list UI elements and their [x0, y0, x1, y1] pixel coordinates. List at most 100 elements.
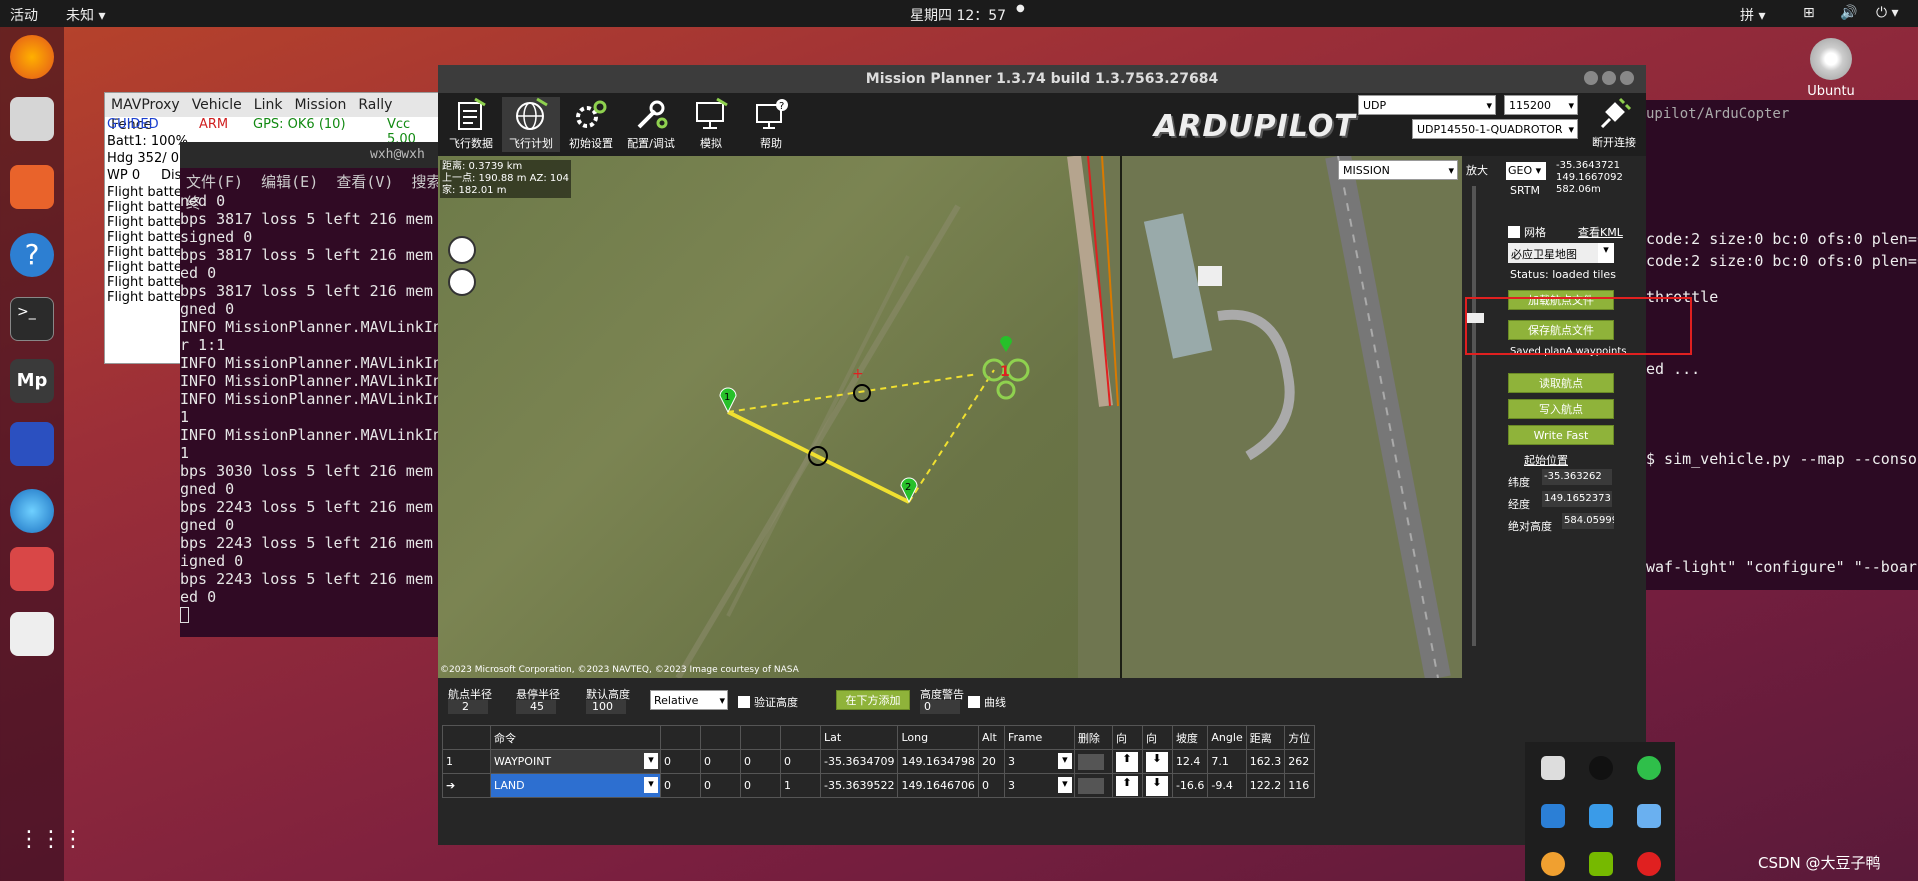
connection-type-select[interactable]: UDP ▾ [1358, 95, 1496, 115]
alt-warning-input[interactable]: 0 [920, 700, 960, 714]
cloud-icon[interactable] [1637, 804, 1661, 828]
home-alt-input[interactable]: 584.0599975 [1562, 513, 1614, 529]
software-center-icon[interactable] [10, 165, 54, 209]
xterm-icon[interactable] [10, 612, 54, 656]
map-view[interactable]: + 1 2 1 距离: 0.3739 km 上一点: 190.88 m AZ: … [438, 156, 1462, 678]
long-cell[interactable]: 149.1646706 [897, 773, 979, 798]
tab-flight-plan[interactable]: 飞行计划 [502, 97, 560, 152]
tab-flight-data[interactable]: 飞行数据 [442, 97, 500, 151]
menu-mavproxy[interactable]: MAVProxy [105, 93, 186, 113]
delete-button[interactable] [1073, 749, 1113, 774]
move-down-button[interactable]: ⬇ [1141, 749, 1173, 774]
menu-edit[interactable]: 编辑(E) [261, 173, 318, 191]
mission-planner-icon[interactable]: Mp [10, 359, 54, 403]
spline-checkbox[interactable]: 曲线 [968, 694, 1006, 710]
param1-cell[interactable]: 0 [660, 749, 701, 774]
connect-button[interactable]: 断开连接 [1586, 95, 1642, 150]
grid-checkbox[interactable]: 网格 [1508, 224, 1546, 240]
zoom-slider-track[interactable] [1472, 186, 1476, 646]
shield-icon[interactable] [1541, 804, 1565, 828]
param3-cell[interactable]: 0 [740, 773, 781, 798]
command-select[interactable]: LAND ▾ [490, 773, 661, 798]
layer-select[interactable]: MISSION ▾ [1338, 160, 1458, 180]
frame-cell[interactable]: 3 ▾ [1003, 773, 1075, 798]
loiter-radius-input[interactable]: 45 [516, 700, 556, 714]
settings-icon[interactable] [10, 489, 54, 533]
nvidia-icon[interactable] [1589, 852, 1613, 876]
lat-cell[interactable]: -35.3639522 [819, 773, 899, 798]
zoom-icon[interactable] [448, 268, 476, 296]
geo-select[interactable]: GEO ▾ [1506, 162, 1546, 180]
home-lng-input[interactable]: 149.1652373 [1542, 491, 1612, 507]
param2-cell[interactable]: 0 [700, 749, 741, 774]
ubuntu-desktop-icon[interactable]: Ubuntu [1798, 38, 1864, 99]
table-row[interactable]: ➔ LAND ▾ 0 0 0 1 -35.3639522 149.1646706 … [442, 773, 1316, 798]
param4-cell[interactable]: 0 [780, 749, 821, 774]
maximize-icon[interactable] [1602, 71, 1616, 85]
menu-view[interactable]: 查看(V) [336, 173, 393, 191]
power-icon[interactable]: ⏻ ▾ [1876, 5, 1899, 21]
help-icon[interactable]: ? [10, 233, 54, 277]
add-below-button[interactable]: 在下方添加 [836, 690, 910, 710]
home-location-title[interactable]: 起始位置 [1524, 452, 1568, 468]
input-method-indicator[interactable]: 拼 ▾ [1740, 5, 1765, 25]
wechat-icon[interactable] [1637, 756, 1661, 780]
long-cell[interactable]: 149.1634798 [897, 749, 979, 774]
network-icon[interactable]: ⊞ [1803, 5, 1815, 21]
firefox-icon[interactable] [10, 35, 54, 79]
write-waypoints-button[interactable]: 写入航点 [1508, 399, 1614, 419]
app-menu[interactable]: 未知 ▾ [66, 5, 105, 25]
tab-help[interactable]: ? 帮助 [742, 97, 800, 151]
alt-cell[interactable]: 0 [977, 773, 1005, 798]
map-type-select[interactable]: 必应卫星地图 ▾ [1508, 243, 1614, 263]
command-select[interactable]: WAYPOINT ▾ [490, 749, 661, 774]
chrome-icon[interactable] [1541, 852, 1565, 876]
param3-cell[interactable]: 0 [740, 749, 781, 774]
antivirus-icon[interactable] [1637, 852, 1661, 876]
delete-button[interactable] [1073, 773, 1113, 798]
home-lat-input[interactable]: -35.363262 [1542, 469, 1612, 485]
minimize-icon[interactable] [1584, 71, 1598, 85]
frame-select[interactable]: Relative ▾ [650, 690, 728, 710]
vehicle-select[interactable]: UDP14550-1-QUADROTOR ▾ [1412, 119, 1578, 139]
files-icon[interactable] [10, 97, 54, 141]
volume-icon[interactable]: 🔊 [1840, 5, 1857, 21]
menu-vehicle[interactable]: Vehicle [186, 93, 248, 113]
mission-planner-window[interactable]: Mission Planner 1.3.74 build 1.3.7563.27… [438, 65, 1646, 845]
menu-rally[interactable]: Rally [352, 93, 398, 113]
wp-radius-input[interactable]: 2 [448, 700, 488, 714]
app-grid-icon[interactable]: ⋮⋮⋮ [18, 827, 84, 852]
alt-cell[interactable]: 20 [977, 749, 1005, 774]
tab-config[interactable]: 配置/调试 [622, 97, 680, 151]
default-alt-input[interactable]: 100 [586, 700, 626, 714]
midpoint-marker[interactable] [853, 384, 871, 402]
table-row[interactable]: 1 WAYPOINT ▾ 0 0 0 0 -35.3634709 149.1634… [442, 749, 1316, 774]
security-icon[interactable] [1589, 804, 1613, 828]
lat-cell[interactable]: -35.3634709 [819, 749, 899, 774]
baud-select[interactable]: 115200 ▾ [1504, 95, 1578, 115]
tab-initial-setup[interactable]: 初始设置 [562, 97, 620, 151]
qq-icon[interactable] [1589, 756, 1613, 780]
param4-cell[interactable]: 1 [780, 773, 821, 798]
param2-cell[interactable]: 0 [700, 773, 741, 798]
terminal-icon[interactable]: >_ [10, 297, 54, 341]
move-up-button[interactable]: ⬆ [1111, 773, 1143, 798]
read-waypoints-button[interactable]: 读取航点 [1508, 373, 1614, 393]
activities-button[interactable]: 活动 [10, 5, 38, 25]
close-icon[interactable] [1620, 71, 1634, 85]
clock[interactable]: 星期四 12：57 [910, 5, 1006, 25]
menu-file[interactable]: 文件(F) [186, 173, 243, 191]
tab-simulation[interactable]: 模拟 [682, 97, 740, 151]
move-down-button[interactable]: ⬇ [1141, 773, 1173, 798]
menu-link[interactable]: Link [248, 93, 289, 113]
copy-icon[interactable] [1541, 756, 1565, 780]
frame-cell[interactable]: 3 ▾ [1003, 749, 1075, 774]
param1-cell[interactable]: 0 [660, 773, 701, 798]
view-kml-link[interactable]: 查看KML [1578, 224, 1623, 240]
mav-console-icon[interactable] [10, 422, 54, 466]
write-fast-button[interactable]: Write Fast [1508, 425, 1614, 445]
menu-mission[interactable]: Mission [288, 93, 352, 113]
verify-height-checkbox[interactable]: 验证高度 [738, 694, 798, 710]
mav-map-icon[interactable] [10, 547, 54, 591]
move-up-button[interactable]: ⬆ [1111, 749, 1143, 774]
